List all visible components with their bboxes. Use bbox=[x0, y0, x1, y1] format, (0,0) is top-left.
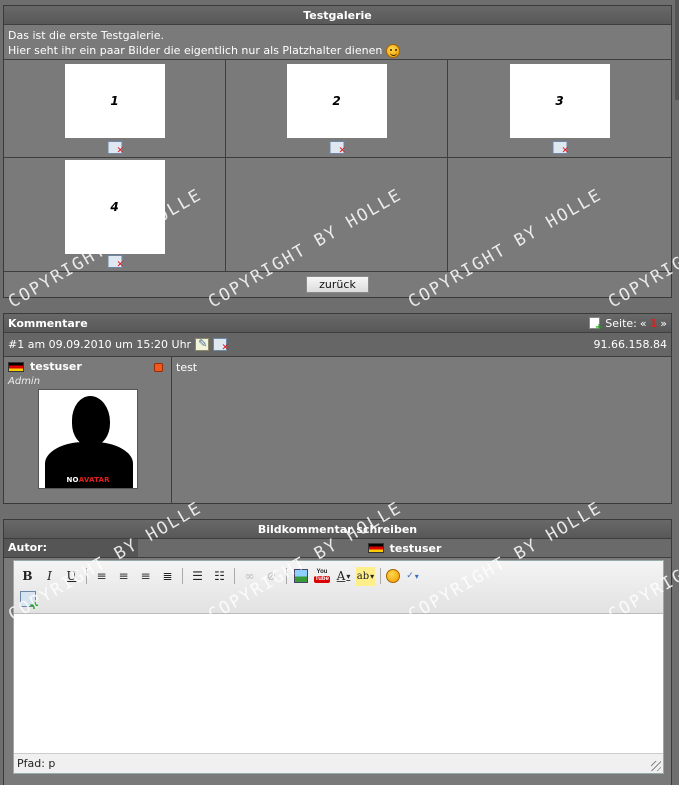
editor-toolbar: B I U ≡ ≡ ≡ ≣ ☰ ☷ ∞ ⊘ YouTube A ab bbox=[14, 561, 663, 614]
comment-text: test bbox=[176, 361, 198, 374]
page-scrollbar[interactable] bbox=[675, 0, 679, 100]
pagination: Seite: « 1 » bbox=[589, 316, 667, 333]
delete-image-icon[interactable] bbox=[107, 141, 124, 156]
smiley-icon bbox=[385, 44, 400, 58]
gallery-cell-empty bbox=[226, 158, 448, 272]
user-role: Admin bbox=[8, 376, 41, 387]
gallery-cell: 3 bbox=[448, 60, 671, 158]
current-page[interactable]: 1 bbox=[650, 317, 658, 330]
gallery-thumbnail[interactable]: 3 bbox=[509, 64, 610, 138]
smiley-icon[interactable] bbox=[386, 569, 400, 583]
editor-path: Pfad: p bbox=[14, 753, 663, 773]
gallery-cell: 2 bbox=[226, 60, 448, 158]
delete-image-icon[interactable] bbox=[107, 255, 124, 270]
online-status-icon bbox=[154, 363, 163, 372]
comment-header: #1 am 09.09.2010 um 15:20 Uhr bbox=[8, 338, 192, 351]
align-justify-icon[interactable]: ≣ bbox=[158, 567, 177, 586]
gallery-cell: 4 bbox=[4, 158, 226, 272]
new-page-icon[interactable] bbox=[589, 317, 603, 333]
author-row: Autor: testuser bbox=[4, 539, 671, 558]
delete-comment-icon[interactable] bbox=[213, 338, 229, 353]
link-icon[interactable]: ∞ bbox=[240, 567, 259, 586]
author-label: Autor: bbox=[4, 539, 138, 557]
editor-textarea[interactable] bbox=[14, 614, 663, 752]
edit-icon[interactable] bbox=[195, 337, 210, 351]
youtube-icon[interactable]: You Tube bbox=[313, 567, 331, 586]
author-value: testuser bbox=[389, 541, 442, 555]
back-row: zurück bbox=[4, 272, 671, 297]
gallery-thumbnail[interactable]: 2 bbox=[286, 64, 387, 138]
editor-title: Bildkommentar schreiben bbox=[4, 520, 671, 539]
comment-body: testuser Admin NOAVATAR test bbox=[4, 357, 671, 503]
bold-icon[interactable]: B bbox=[18, 567, 37, 586]
gallery-intro: Das ist die erste Testgalerie. Hier seht… bbox=[4, 25, 671, 60]
rich-text-editor: B I U ≡ ≡ ≡ ≣ ☰ ☷ ∞ ⊘ YouTube A ab bbox=[13, 560, 664, 774]
gallery-intro-line1: Das ist die erste Testgalerie. bbox=[8, 29, 164, 42]
avatar-text-a: NO bbox=[66, 476, 79, 484]
highlight-icon[interactable]: ab bbox=[356, 566, 375, 586]
back-button[interactable]: zurück bbox=[306, 276, 369, 293]
editor-panel: Bildkommentar schreiben Autor: testuser … bbox=[3, 519, 672, 785]
bullet-list-icon[interactable]: ☰ bbox=[188, 567, 207, 586]
delete-image-icon[interactable] bbox=[552, 141, 569, 156]
align-left-icon[interactable]: ≡ bbox=[92, 567, 111, 586]
unlink-icon[interactable]: ⊘ bbox=[262, 567, 281, 586]
spellcheck-icon[interactable]: ✓ bbox=[403, 567, 422, 586]
gallery-grid: 1 2 3 4 bbox=[4, 60, 671, 272]
user-box: testuser Admin NOAVATAR bbox=[4, 357, 172, 503]
gallery-cell-empty bbox=[448, 158, 671, 272]
gallery-thumbnail[interactable]: 4 bbox=[64, 160, 165, 254]
page-label: Seite: bbox=[605, 316, 637, 330]
underline-icon[interactable]: U bbox=[62, 567, 81, 586]
align-center-icon[interactable]: ≡ bbox=[114, 567, 133, 586]
comment-username[interactable]: testuser bbox=[30, 360, 82, 373]
prev-page-link[interactable]: « bbox=[640, 317, 647, 330]
italic-icon[interactable]: I bbox=[40, 567, 59, 586]
flag-germany-icon bbox=[367, 543, 384, 553]
numbered-list-icon[interactable]: ☷ bbox=[210, 567, 229, 586]
gallery-intro-line2: Hier seht ihr ein paar Bilder die eigent… bbox=[8, 44, 383, 57]
avatar-text-b: AVATAR bbox=[78, 476, 110, 484]
comment-meta: #1 am 09.09.2010 um 15:20 Uhr 91.66.158.… bbox=[4, 333, 671, 357]
font-color-icon[interactable]: A bbox=[334, 567, 353, 586]
insert-image-icon[interactable] bbox=[294, 569, 308, 583]
gallery-cell: 1 bbox=[4, 60, 226, 158]
gallery-panel: Testgalerie Das ist die erste Testgaleri… bbox=[3, 5, 672, 298]
avatar: NOAVATAR bbox=[37, 389, 138, 489]
next-page-link[interactable]: » bbox=[660, 317, 667, 330]
flag-germany-icon bbox=[8, 361, 24, 372]
add-image-icon[interactable] bbox=[20, 591, 39, 612]
comments-panel: Kommentare Seite: « 1 » #1 am 09.09.2010… bbox=[3, 313, 672, 504]
delete-image-icon[interactable] bbox=[329, 141, 346, 156]
align-right-icon[interactable]: ≡ bbox=[136, 567, 155, 586]
gallery-thumbnail[interactable]: 1 bbox=[64, 64, 165, 138]
gallery-title: Testgalerie bbox=[4, 6, 671, 25]
comments-header: Kommentare Seite: « 1 » bbox=[4, 314, 671, 333]
resize-handle-icon[interactable] bbox=[651, 761, 661, 771]
comments-title: Kommentare bbox=[8, 316, 88, 330]
comment-ip: 91.66.158.84 bbox=[593, 338, 667, 351]
